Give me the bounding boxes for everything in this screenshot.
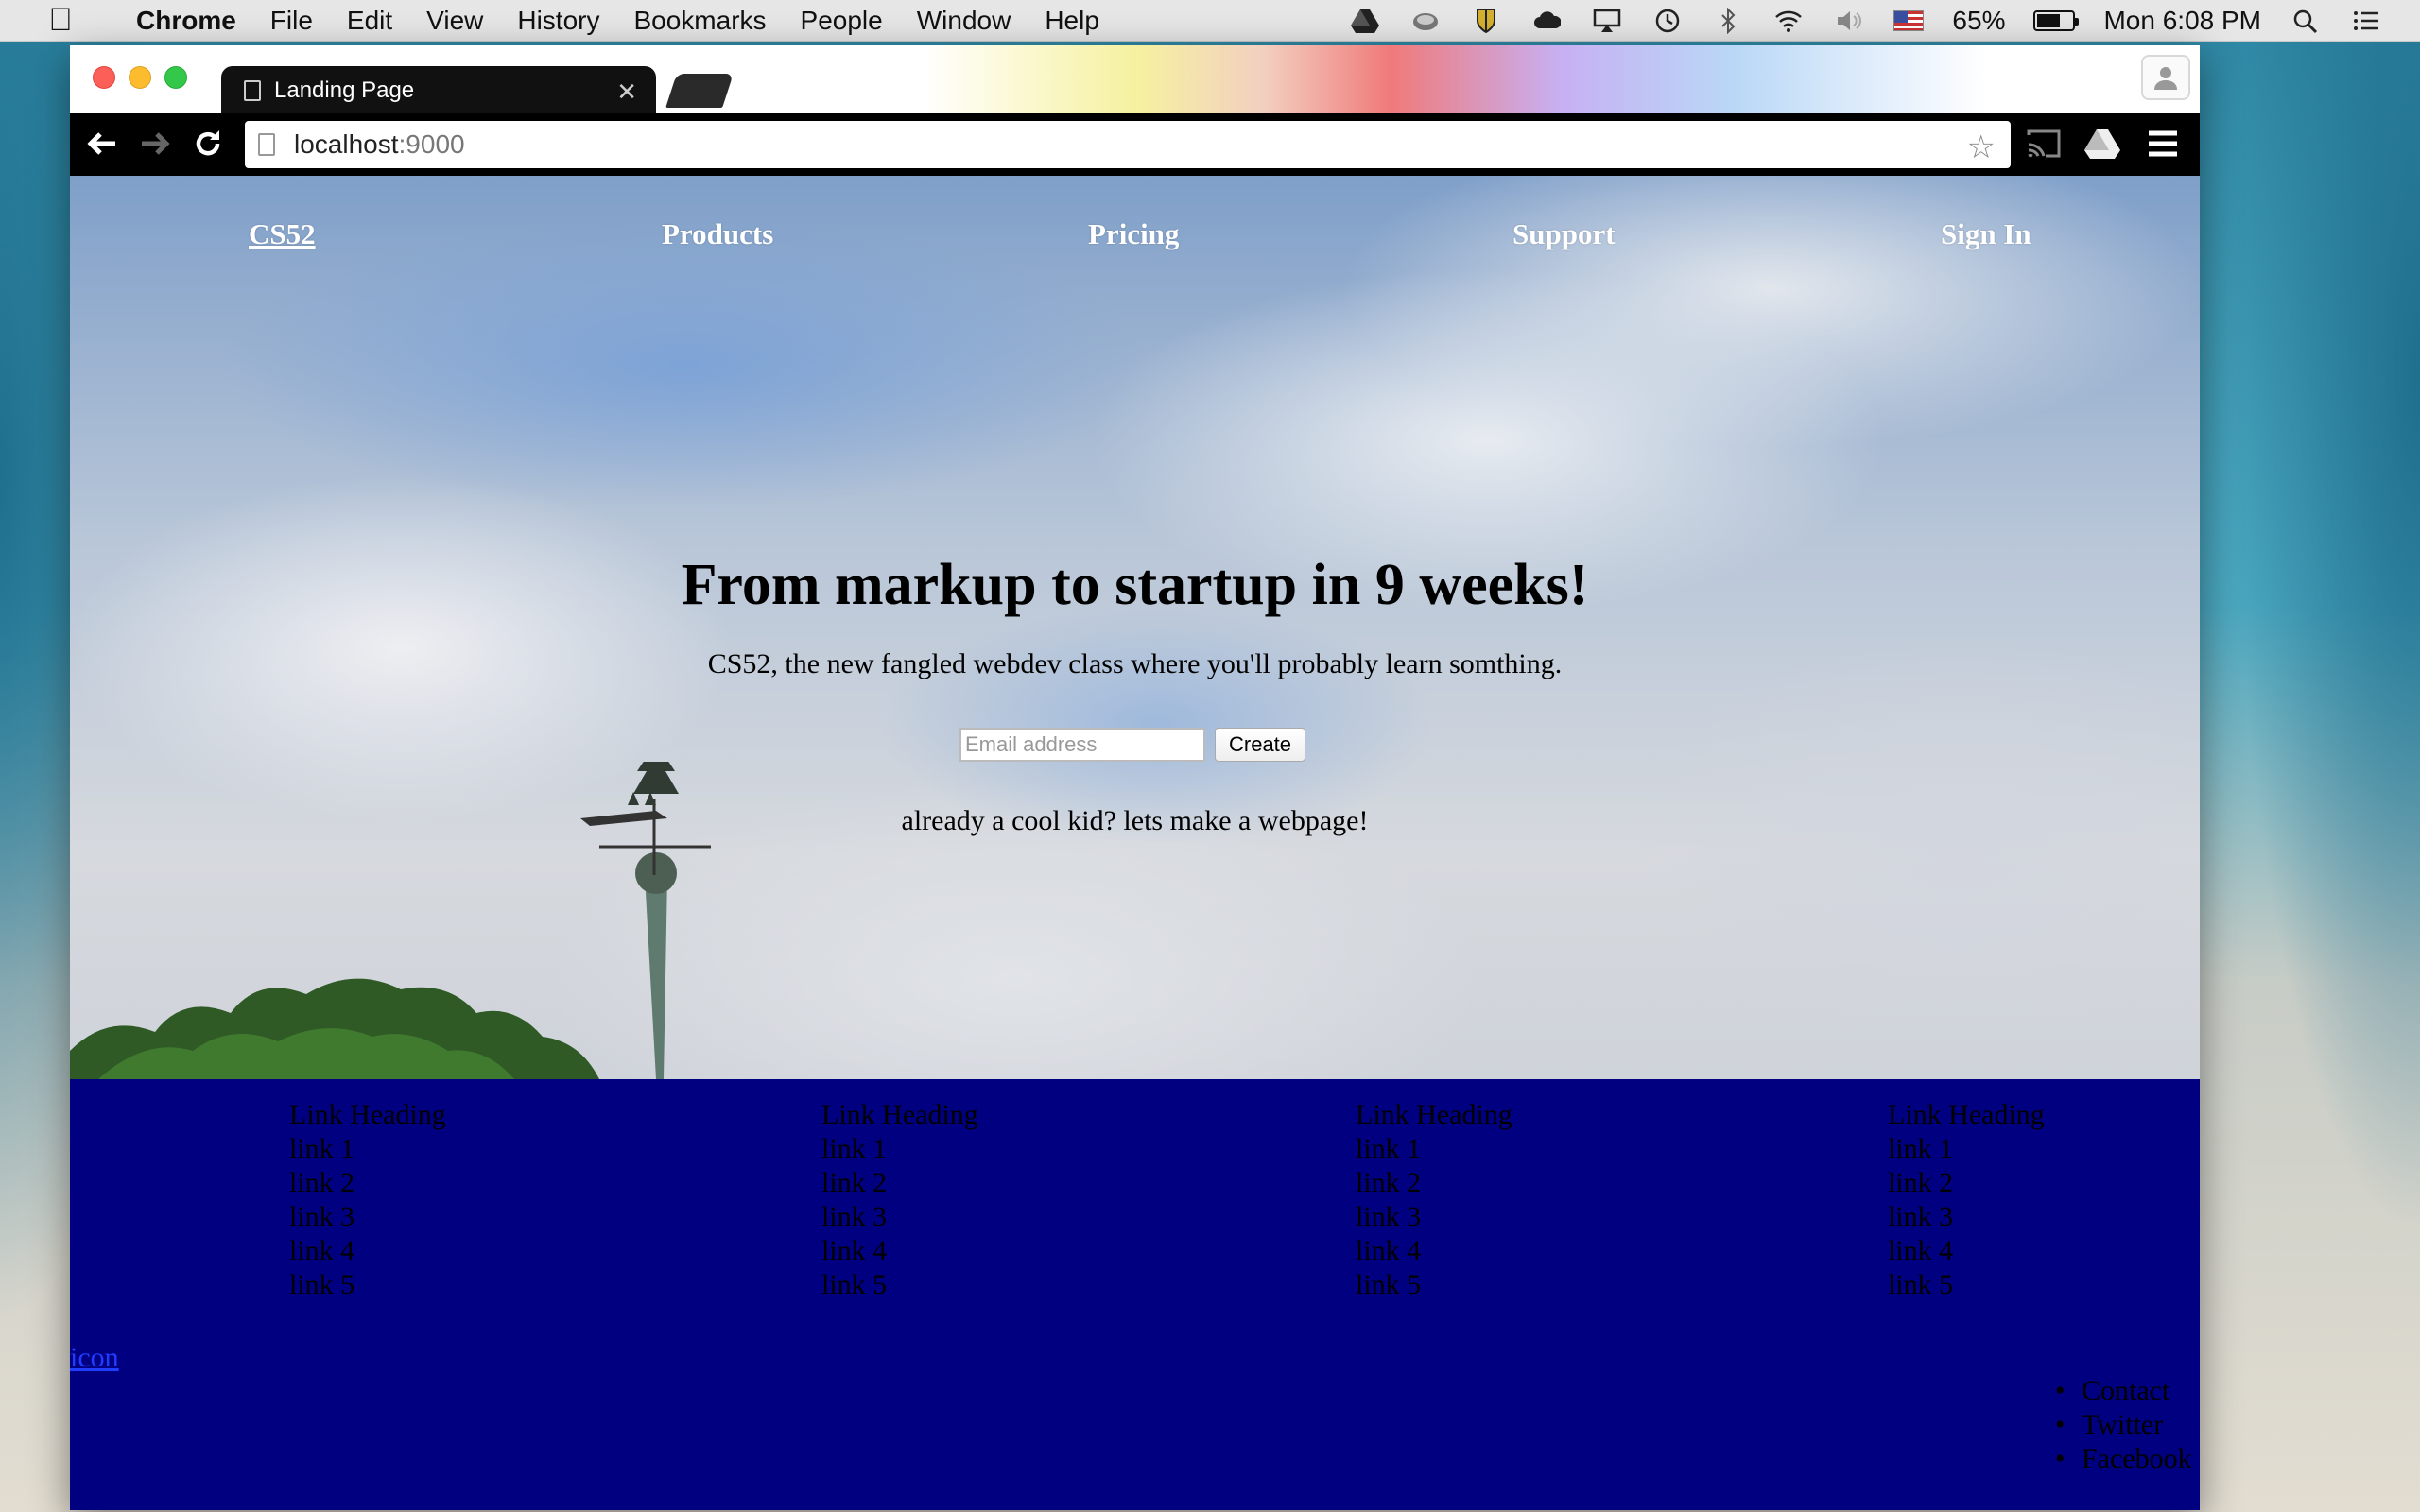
chrome-window: Landing Page ✕ localhost:9000 ☆ CS52 Pr…	[70, 45, 2200, 1510]
tab-close-icon[interactable]: ✕	[616, 77, 637, 107]
footer-link[interactable]: link 2	[289, 1166, 446, 1200]
volume-icon[interactable]	[1833, 7, 1865, 35]
macos-menu-bar:  Chrome File Edit View History Bookmark…	[0, 0, 2420, 42]
footer-link-column: Link Heading link 1 link 2 link 3 link 4…	[1356, 1098, 1512, 1302]
menu-edit[interactable]: Edit	[347, 6, 392, 36]
bookmark-star-icon[interactable]: ☆	[1967, 129, 1996, 166]
person-icon	[2154, 67, 2177, 90]
footer-link[interactable]: link 3	[1356, 1200, 1512, 1234]
apple-icon[interactable]: 	[34, 2, 87, 39]
create-button[interactable]: Create	[1215, 728, 1306, 762]
minimize-window-button[interactable]	[129, 66, 151, 89]
hero-section: CS52 Products Pricing Support Sign In Fr…	[70, 176, 2200, 1079]
footer-link[interactable]: link 4	[1356, 1234, 1512, 1268]
menu-view[interactable]: View	[426, 6, 483, 36]
social-links-list: Contact Twitter Facebook	[2055, 1374, 2192, 1476]
nav-support-link[interactable]: Support	[1512, 217, 1616, 251]
battery-level-fill	[2037, 13, 2060, 27]
menu-app-chrome[interactable]: Chrome	[136, 6, 236, 36]
footer-link-column: Link Heading link 1 link 2 link 3 link 4…	[821, 1098, 978, 1302]
menu-help[interactable]: Help	[1045, 6, 1099, 36]
footer-link-heading: Link Heading	[1356, 1099, 1512, 1130]
signup-form: Create	[959, 728, 1306, 762]
menu-history[interactable]: History	[517, 6, 599, 36]
footer-link[interactable]: link 4	[289, 1234, 446, 1268]
footer-link[interactable]: link 4	[821, 1234, 978, 1268]
page-icon	[244, 80, 261, 101]
page-footer: Link Heading link 1 link 2 link 3 link 4…	[70, 1079, 2200, 1510]
nav-sign-in-link[interactable]: Sign In	[1941, 217, 2031, 251]
treeline-image	[70, 978, 599, 1079]
menu-people[interactable]: People	[801, 6, 883, 36]
address-bar[interactable]: localhost:9000 ☆	[245, 121, 2011, 168]
footer-link[interactable]: link 1	[821, 1132, 978, 1166]
hero-subtitle: CS52, the new fangled webdev class where…	[707, 648, 1563, 679]
page-info-icon[interactable]	[258, 133, 275, 156]
contact-link[interactable]: Contact	[2055, 1374, 2192, 1408]
browser-toolbar: localhost:9000 ☆	[70, 113, 2200, 174]
hero-cta-text: already a cool kid? lets make a webpage!	[901, 805, 1369, 836]
battery-icon[interactable]	[2033, 9, 2080, 31]
footer-link[interactable]: link 5	[1888, 1268, 2045, 1302]
battery-percent: 65%	[1952, 5, 2006, 35]
footer-link[interactable]: link 4	[1888, 1234, 2045, 1268]
menu-window[interactable]: Window	[917, 6, 1011, 36]
wifi-icon[interactable]	[1772, 7, 1805, 35]
tab-landing-page[interactable]: Landing Page ✕	[221, 66, 656, 115]
tab-strip: Landing Page ✕	[70, 45, 2200, 115]
menu-clock[interactable]: Mon 6:08 PM	[2103, 6, 2261, 36]
shield-status-icon[interactable]	[1470, 7, 1502, 35]
time-machine-icon[interactable]	[1651, 7, 1684, 35]
google-drive-status-icon[interactable]	[1349, 7, 1381, 35]
facebook-link[interactable]: Facebook	[2055, 1442, 2192, 1476]
reload-icon[interactable]	[189, 127, 227, 161]
menu-file[interactable]: File	[270, 6, 313, 36]
hero-title: From markup to startup in 9 weeks!	[681, 553, 1589, 617]
tab-title: Landing Page	[274, 77, 415, 103]
nav-pricing-link[interactable]: Pricing	[1088, 217, 1179, 251]
airplay-icon[interactable]	[1591, 7, 1623, 35]
profile-button[interactable]	[2141, 55, 2190, 100]
footer-link[interactable]: link 1	[1888, 1132, 2045, 1166]
footer-link[interactable]: link 3	[289, 1200, 446, 1234]
url-port: :9000	[398, 129, 465, 159]
page-viewport: CS52 Products Pricing Support Sign In Fr…	[70, 176, 2200, 1510]
us-flag-input-icon[interactable]	[1893, 9, 1925, 31]
zoom-window-button[interactable]	[164, 66, 187, 89]
footer-link[interactable]: link 3	[821, 1200, 978, 1234]
footer-link[interactable]: link 5	[821, 1268, 978, 1302]
new-tab-button[interactable]	[666, 74, 734, 108]
chrome-menu-icon[interactable]	[2142, 125, 2184, 163]
nav-products-link[interactable]: Products	[662, 217, 773, 251]
footer-link[interactable]: link 5	[289, 1268, 446, 1302]
notification-center-icon[interactable]	[2350, 7, 2382, 35]
back-arrow-icon[interactable]	[83, 127, 121, 161]
cloud-status-icon[interactable]	[1530, 7, 1563, 35]
close-window-button[interactable]	[93, 66, 115, 89]
footer-link[interactable]: link 1	[1356, 1132, 1512, 1166]
twitter-link[interactable]: Twitter	[2055, 1408, 2192, 1442]
footer-link[interactable]: link 3	[1888, 1200, 2045, 1234]
nav-brand-link[interactable]: CS52	[249, 217, 316, 251]
bluetooth-icon[interactable]	[1712, 7, 1744, 35]
footer-link[interactable]: link 2	[821, 1166, 978, 1200]
footer-link[interactable]: link 2	[1888, 1166, 2045, 1200]
menu-bookmarks[interactable]: Bookmarks	[633, 6, 766, 36]
helmet-status-icon[interactable]	[1409, 7, 1442, 35]
footer-link[interactable]: link 2	[1356, 1166, 1512, 1200]
cast-icon[interactable]	[2023, 125, 2065, 163]
footer-link[interactable]: link 1	[289, 1132, 446, 1166]
footer-link-column: Link Heading link 1 link 2 link 3 link 4…	[1888, 1098, 2045, 1302]
footer-link[interactable]: link 5	[1356, 1268, 1512, 1302]
spotlight-search-icon[interactable]	[2290, 7, 2322, 35]
email-input[interactable]	[959, 728, 1205, 762]
url-host: localhost	[294, 129, 399, 159]
footer-link-heading: Link Heading	[1888, 1099, 2045, 1130]
forward-arrow-icon[interactable]	[136, 127, 174, 161]
google-drive-extension-icon[interactable]	[2082, 125, 2123, 163]
footer-link-column: Link Heading link 1 link 2 link 3 link 4…	[289, 1098, 446, 1302]
footer-link-heading: Link Heading	[289, 1099, 446, 1130]
footer-icon-link[interactable]: icon	[70, 1342, 119, 1374]
footer-link-heading: Link Heading	[821, 1099, 978, 1130]
